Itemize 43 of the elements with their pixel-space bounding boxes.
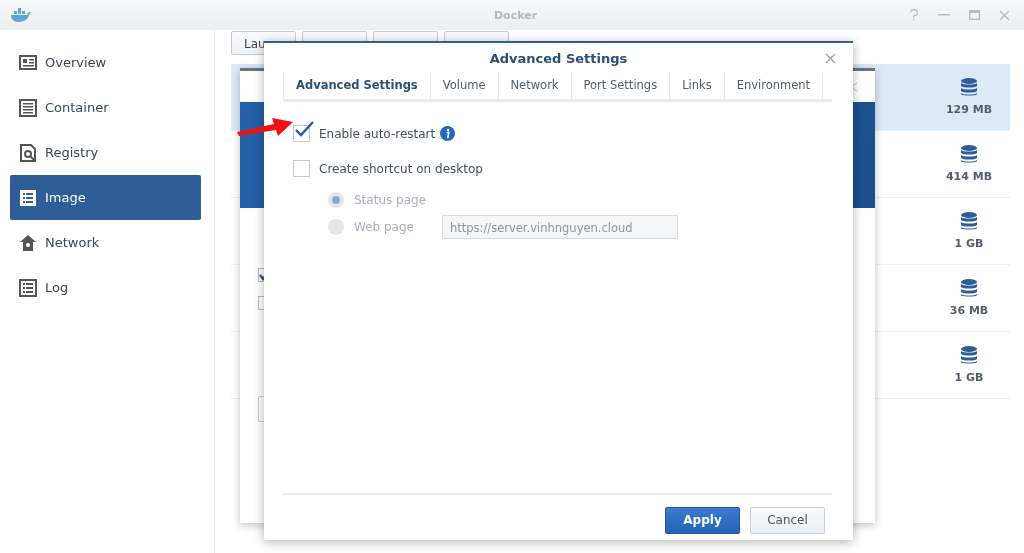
window-title: Docker <box>492 8 539 22</box>
checkmark-icon <box>294 120 314 137</box>
info-icon[interactable] <box>440 126 456 141</box>
tab[interactable]: Environment <box>723 73 824 99</box>
sidebar-item[interactable]: Overview <box>10 40 201 85</box>
option-label: Web page <box>354 219 414 234</box>
list-icon <box>19 278 37 297</box>
cancel-button[interactable]: Cancel <box>750 507 825 534</box>
dialog-title: Advanced Settings <box>489 50 628 66</box>
size-text: 1 GB <box>954 237 984 250</box>
database-icon <box>961 279 977 298</box>
size-text: 36 MB <box>949 304 989 317</box>
database-icon <box>961 346 977 365</box>
size-text: 129 MB <box>945 103 993 116</box>
database-icon <box>961 78 977 97</box>
document-search-icon <box>19 143 37 162</box>
list-icon <box>19 98 37 117</box>
tab[interactable]: Volume <box>429 73 498 99</box>
database-icon <box>961 212 977 231</box>
sidebar-item[interactable]: Registry <box>10 130 201 175</box>
size-text: 1 GB <box>954 371 984 384</box>
size-text: 414 MB <box>945 170 993 183</box>
checkbox[interactable] <box>293 120 314 142</box>
tab[interactable]: Port Settings <box>570 73 670 99</box>
help-icon[interactable] <box>909 9 919 21</box>
whale-logo-icon <box>10 8 32 22</box>
card-icon <box>19 53 37 72</box>
tab[interactable]: Network <box>497 73 571 99</box>
tab[interactable]: Links <box>669 73 724 99</box>
maximize-icon[interactable] <box>969 10 980 20</box>
sidebar-item[interactable]: Container <box>10 85 201 130</box>
sidebar-item[interactable]: Log <box>10 265 201 310</box>
apply-button[interactable]: Apply <box>665 507 740 534</box>
sidebar-item[interactable]: Network <box>10 220 201 265</box>
option-label: Status page <box>354 192 427 207</box>
database-icon <box>961 145 977 164</box>
option-label: Create shortcut on desktop <box>319 161 483 176</box>
option-label: Enable auto-restart <box>319 126 436 141</box>
tab[interactable]: Advanced Settings <box>283 73 430 99</box>
sidebar-item[interactable]: Image <box>10 175 201 220</box>
list-icon <box>19 188 37 207</box>
house-icon <box>19 233 37 252</box>
minimize-icon[interactable] <box>938 14 950 16</box>
